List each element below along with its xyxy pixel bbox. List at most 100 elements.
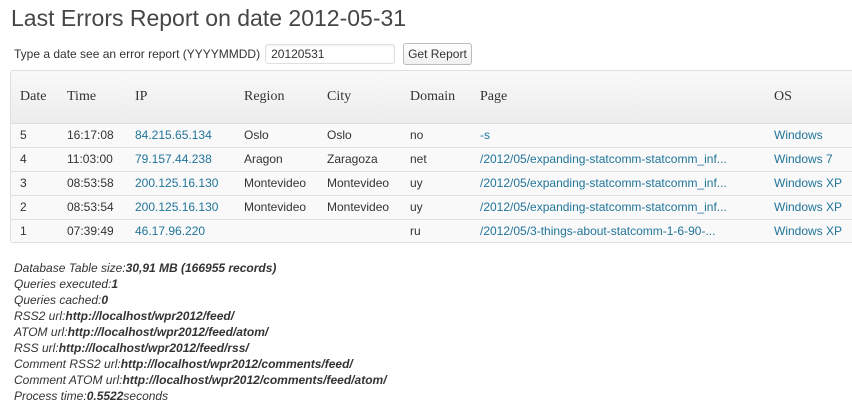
stat-label: Process time:: [14, 389, 87, 403]
stat-db-size: Database Table size:30,91 MB (166955 rec…: [14, 260, 387, 276]
page-link[interactable]: -s: [480, 128, 490, 142]
stat-suffix: seconds: [123, 389, 169, 403]
table-row: 1 07:39:49 46.17.96.220 ru /2012/05/3-th…: [11, 218, 852, 242]
stat-comment-atom-url: Comment ATOM url:http://localhost/wpr201…: [14, 372, 387, 388]
stat-label: Queries cached:: [14, 293, 102, 307]
page-link[interactable]: /2012/05/3-things-about-statcomm-1-6-90-…: [480, 224, 715, 238]
cell-ip-link[interactable]: 200.125.16.130: [126, 170, 235, 196]
cell-page-link[interactable]: /2012/05/expanding-statcomm-statcomm_inf…: [471, 146, 765, 172]
cell-page-link[interactable]: /2012/05/3-things-about-statcomm-1-6-90-…: [471, 218, 765, 242]
cell-region: [235, 218, 318, 242]
get-report-button[interactable]: Get Report: [403, 43, 472, 65]
table-row: 2 08:53:54 200.125.16.130 Montevideo Mon…: [11, 194, 852, 220]
cell-time: 16:17:08: [58, 122, 126, 148]
cell-time: 07:39:49: [58, 218, 126, 242]
cell-page-link[interactable]: -s: [471, 122, 765, 148]
cell-ip-link[interactable]: 46.17.96.220: [126, 218, 235, 242]
page-link[interactable]: /2012/05/expanding-statcomm-statcomm_inf…: [480, 200, 727, 214]
stat-value: http://localhost/wpr2012/feed/atom/: [67, 325, 269, 339]
stat-value: http://localhost/wpr2012/comments/feed/: [120, 357, 353, 371]
stat-rss2-url: RSS2 url:http://localhost/wpr2012/feed/: [14, 308, 387, 324]
stat-label: ATOM url:: [14, 325, 68, 339]
cell-city: Montevideo: [318, 194, 401, 220]
page-link[interactable]: /2012/05/expanding-statcomm-statcomm_inf…: [480, 176, 727, 190]
cell-domain: net: [401, 146, 471, 172]
cell-os-link[interactable]: Windows XP: [765, 170, 852, 196]
cell-date: 3: [11, 170, 58, 196]
stat-label: RSS url:: [14, 341, 59, 355]
stat-process-time: Process time:0.5522seconds: [14, 388, 387, 404]
cell-os-link[interactable]: Windows XP: [765, 194, 852, 220]
stat-comment-rss2-url: Comment RSS2 url:http://localhost/wpr201…: [14, 356, 387, 372]
column-header-city: City: [318, 71, 401, 124]
cell-city: [318, 218, 401, 242]
stat-label: Comment ATOM url:: [14, 373, 123, 387]
cell-os-link[interactable]: Windows: [765, 122, 852, 148]
column-header-time: Time: [58, 71, 126, 124]
stat-value: 30,91 MB (166955 records): [125, 261, 277, 275]
cell-ip-link[interactable]: 200.125.16.130: [126, 194, 235, 220]
cell-page-link[interactable]: /2012/05/expanding-statcomm-statcomm_inf…: [471, 170, 765, 196]
cell-ip-link[interactable]: 84.215.65.134: [126, 122, 235, 148]
cell-date: 1: [11, 218, 58, 242]
os-link[interactable]: Windows XP: [774, 200, 842, 214]
stats-panel: Database Table size:30,91 MB (166955 rec…: [14, 260, 387, 404]
ip-link[interactable]: 46.17.96.220: [135, 224, 205, 238]
cell-date: 4: [11, 146, 58, 172]
cell-time: 08:53:58: [58, 170, 126, 196]
cell-domain: uy: [401, 194, 471, 220]
cell-city: Zaragoza: [318, 146, 401, 172]
cell-ip-link[interactable]: 79.157.44.238: [126, 146, 235, 172]
date-input-label: Type a date see an error report (YYYYMMD…: [14, 47, 261, 61]
stat-value: 0: [101, 293, 109, 307]
column-header-domain: Domain: [401, 71, 471, 124]
column-header-ip: IP: [126, 71, 235, 124]
os-link[interactable]: Windows 7: [774, 152, 833, 166]
cell-os-link[interactable]: Windows XP: [765, 218, 852, 242]
ip-link[interactable]: 79.157.44.238: [135, 152, 212, 166]
stat-label: RSS2 url:: [14, 309, 66, 323]
cell-region: Montevideo: [235, 170, 318, 196]
table-row: 3 08:53:58 200.125.16.130 Montevideo Mon…: [11, 170, 852, 196]
table-row: 5 16:17:08 84.215.65.134 Oslo Oslo no -s…: [11, 122, 852, 148]
cell-time: 08:53:54: [58, 194, 126, 220]
cell-region: Oslo: [235, 122, 318, 148]
os-link[interactable]: Windows: [774, 128, 823, 142]
stat-atom-url: ATOM url:http://localhost/wpr2012/feed/a…: [14, 324, 387, 340]
stat-label: Queries executed:: [14, 277, 112, 291]
os-link[interactable]: Windows XP: [774, 224, 842, 238]
cell-time: 11:03:00: [58, 146, 126, 172]
cell-city: Oslo: [318, 122, 401, 148]
errors-table: Date Time IP Region City Domain Page OS …: [10, 70, 852, 243]
date-input[interactable]: [265, 44, 396, 64]
table-row: 4 11:03:00 79.157.44.238 Aragon Zaragoza…: [11, 146, 852, 172]
stat-value: http://localhost/wpr2012/feed/: [65, 309, 235, 323]
stat-rss-url: RSS url:http://localhost/wpr2012/feed/rs…: [14, 340, 387, 356]
cell-domain: uy: [401, 170, 471, 196]
stat-value: http://localhost/wpr2012/feed/rss/: [58, 341, 249, 355]
stat-label: Database Table size:: [14, 261, 126, 275]
ip-link[interactable]: 200.125.16.130: [135, 176, 218, 190]
cell-domain: ru: [401, 218, 471, 242]
page-title: Last Errors Report on date 2012-05-31: [11, 5, 407, 31]
ip-link[interactable]: 84.215.65.134: [135, 128, 212, 142]
column-header-date: Date: [11, 71, 58, 124]
stat-queries-executed: Queries executed:1: [14, 276, 387, 292]
cell-region: Montevideo: [235, 194, 318, 220]
cell-os-link[interactable]: Windows 7: [765, 146, 852, 172]
cell-city: Montevideo: [318, 170, 401, 196]
stat-value: 1: [111, 277, 119, 291]
ip-link[interactable]: 200.125.16.130: [135, 200, 218, 214]
column-header-region: Region: [235, 71, 318, 124]
stat-value: 0.5522: [86, 389, 124, 403]
stat-queries-cached: Queries cached:0: [14, 292, 387, 308]
column-header-os: OS: [765, 71, 852, 124]
cell-date: 2: [11, 194, 58, 220]
stat-label: Comment RSS2 url:: [14, 357, 121, 371]
os-link[interactable]: Windows XP: [774, 176, 842, 190]
page-link[interactable]: /2012/05/expanding-statcomm-statcomm_inf…: [480, 152, 727, 166]
cell-domain: no: [401, 122, 471, 148]
cell-page-link[interactable]: /2012/05/expanding-statcomm-statcomm_inf…: [471, 194, 765, 220]
stat-value: http://localhost/wpr2012/comments/feed/a…: [122, 373, 387, 387]
column-header-page: Page: [471, 71, 765, 124]
